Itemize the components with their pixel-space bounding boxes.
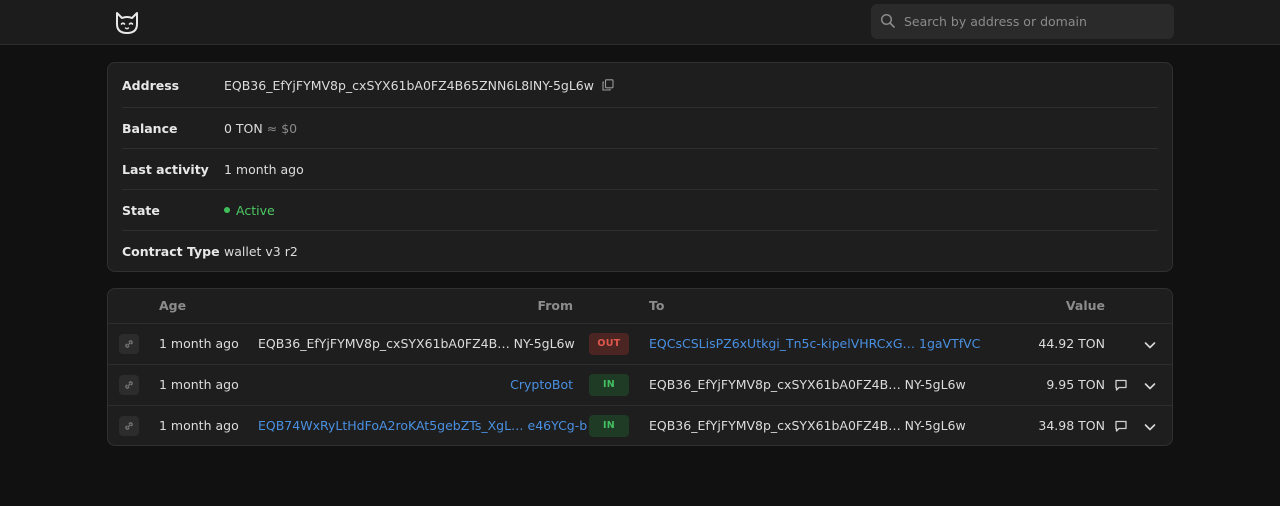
tx-age: 1 month ago (159, 418, 239, 433)
balance-row: Balance 0 TON ≈ $0 (122, 107, 1158, 148)
tx-age: 1 month ago (159, 377, 239, 392)
state-value: Active (236, 203, 275, 218)
direction-badge-in: IN (589, 374, 629, 396)
contract-type-label: Contract Type (122, 244, 220, 259)
tx-to[interactable]: EQB36_EfYjFYMV8p_cxSYX61bA0FZ4B… NY-5gL6… (649, 365, 966, 405)
balance-label: Balance (122, 121, 178, 136)
tx-value: 34.98 TON (1038, 418, 1105, 433)
state-label: State (122, 203, 160, 218)
column-value: Value (1065, 298, 1105, 313)
tx-age: 1 month ago (159, 336, 239, 351)
direction-badge-out: OUT (589, 333, 629, 355)
search-input[interactable] (904, 4, 1166, 39)
table-header: Age From To Value (108, 289, 1172, 323)
transactions-table: Age From To Value 1 month ago EQB36_EfYj… (107, 288, 1173, 446)
table-row[interactable]: 1 month ago EQB36_EfYjFYMV8p_cxSYX61bA0F… (108, 323, 1172, 364)
comment-icon[interactable] (1114, 378, 1128, 392)
search-icon (880, 13, 896, 29)
balance-value-wrap: 0 TON ≈ $0 (224, 108, 297, 149)
last-activity-label: Last activity (122, 162, 209, 177)
link-icon (125, 340, 133, 348)
comment-icon[interactable] (1114, 419, 1128, 433)
table-row[interactable]: 1 month ago EQB74WxRyLtHdFoA2roKAt5gebZT… (108, 405, 1172, 445)
tx-from[interactable]: EQB36_EfYjFYMV8p_cxSYX61bA0FZ4B… NY-5gL6… (258, 324, 575, 364)
top-bar (0, 0, 1280, 45)
address-row: Address EQB36_EfYjFYMV8p_cxSYX61bA0FZ4B6… (122, 65, 1158, 106)
contract-type-row: Contract Type wallet v3 r2 (122, 230, 1158, 271)
chevron-down-icon[interactable] (1143, 420, 1157, 434)
address-value[interactable]: EQB36_EfYjFYMV8p_cxSYX61bA0FZ4B65ZNN6L8I… (224, 78, 594, 93)
table-row[interactable]: 1 month ago CryptoBot IN EQB36_EfYjFYMV8… (108, 364, 1172, 405)
state-value-wrap: Active (224, 190, 275, 231)
balance-fiat: ≈ $0 (266, 121, 298, 136)
tx-link-button[interactable] (119, 334, 139, 354)
column-from: From (537, 298, 573, 313)
cat-logo-icon[interactable] (114, 11, 140, 35)
search-box[interactable] (871, 4, 1174, 39)
chevron-down-icon[interactable] (1143, 338, 1157, 352)
last-activity-row: Last activity 1 month ago (122, 148, 1158, 189)
tx-from[interactable]: CryptoBot (258, 365, 573, 405)
state-row: State Active (122, 189, 1158, 230)
address-value-wrap: EQB36_EfYjFYMV8p_cxSYX61bA0FZ4B65ZNN6L8I… (224, 65, 614, 106)
last-activity-value: 1 month ago (224, 162, 304, 177)
chevron-down-icon[interactable] (1143, 379, 1157, 393)
link-icon (125, 422, 133, 430)
tx-link-button[interactable] (119, 375, 139, 395)
column-to: To (649, 298, 665, 313)
tx-to[interactable]: EQB36_EfYjFYMV8p_cxSYX61bA0FZ4B… NY-5gL6… (649, 406, 966, 445)
direction-badge-in: IN (589, 415, 629, 437)
tx-value: 44.92 TON (1038, 336, 1105, 351)
contract-type-value: wallet v3 r2 (224, 244, 298, 259)
tx-value: 9.95 TON (1046, 377, 1105, 392)
column-age: Age (159, 298, 187, 313)
tx-from[interactable]: EQB74WxRyLtHdFoA2roKAt5gebZTs_XgL… e46YC… (258, 406, 587, 445)
link-icon (125, 381, 133, 389)
address-label: Address (122, 78, 180, 93)
tx-link-button[interactable] (119, 416, 139, 436)
balance-value: 0 TON (224, 121, 263, 136)
status-dot (224, 207, 230, 213)
tx-to[interactable]: EQCsCSLisPZ6xUtkgi_Tn5c-kipelVHRCxG… 1ga… (649, 324, 980, 364)
copy-icon[interactable] (602, 66, 614, 91)
account-info-card: Address EQB36_EfYjFYMV8p_cxSYX61bA0FZ4B6… (107, 62, 1173, 272)
